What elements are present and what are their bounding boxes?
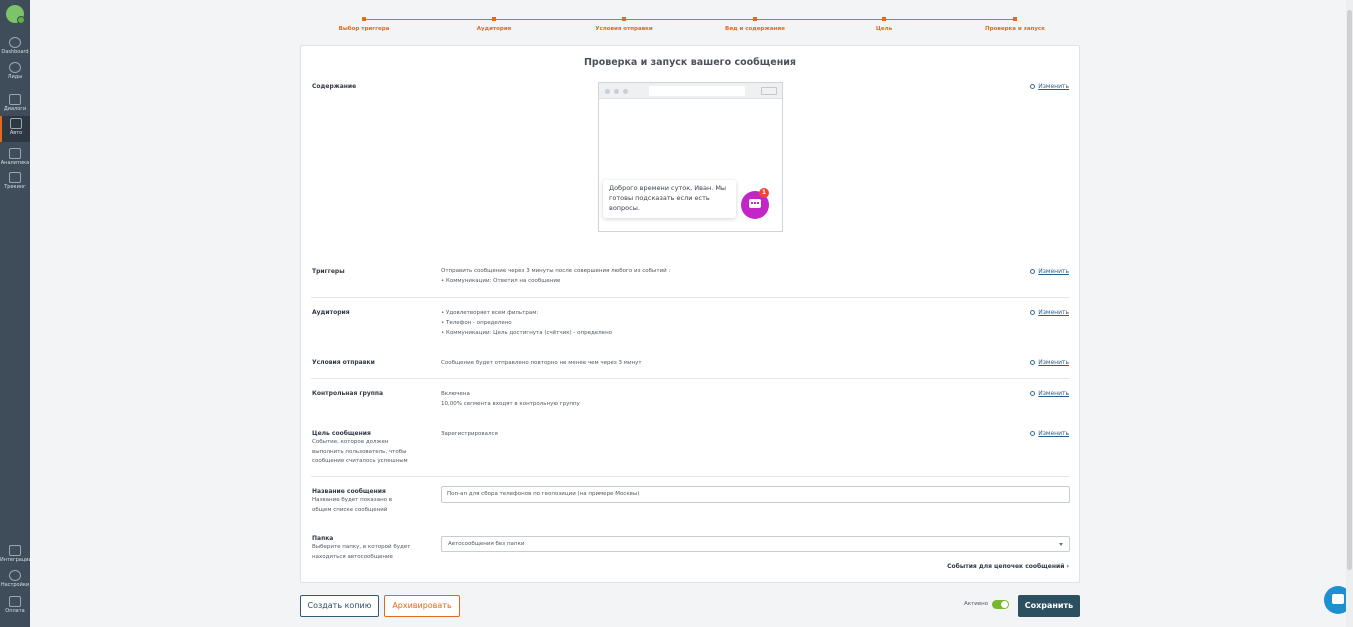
sidebar-item-dashboard[interactable]: Dashboard [0, 35, 30, 61]
settings-icon [9, 570, 21, 581]
sidebar-item-auto[interactable]: Авто [0, 116, 30, 142]
folder-label: Папка Выберите папку, в которой будет на… [312, 535, 411, 560]
step-goal[interactable]: Цель [819, 14, 949, 32]
goal-value: Зарегистрировался [441, 431, 498, 437]
preview-message-bubble: Доброго времени суток, Иван. Мы готовы п… [603, 180, 736, 218]
control-group-label: Контрольная группа [312, 390, 384, 397]
dashboard-icon [9, 37, 21, 48]
audience-label: Аудитория [312, 309, 350, 316]
preview-url-bar [649, 86, 745, 96]
toggle-knob [1001, 601, 1008, 608]
step-dot [1013, 17, 1017, 21]
archive-button[interactable]: Архивировать [384, 595, 460, 617]
unread-badge: 1 [759, 188, 769, 198]
analytics-icon [9, 148, 21, 159]
integrations-icon [9, 545, 21, 556]
chevron-down-icon [1059, 543, 1063, 546]
active-toggle[interactable] [992, 600, 1009, 609]
sidebar-item-leads[interactable]: Лиды [0, 60, 30, 86]
gear-icon [1030, 430, 1036, 436]
create-copy-button[interactable]: Создать копию [300, 595, 379, 617]
step-content[interactable]: Вид и содержание [690, 14, 820, 32]
control-group-value: Включена 10,00% сегмента входят в контро… [441, 391, 580, 407]
scrollbar-thumb[interactable] [1347, 10, 1352, 570]
save-button[interactable]: Сохранить [1018, 595, 1080, 617]
divider [311, 476, 1069, 477]
conditions-label: Условия отправки [312, 359, 375, 366]
triggers-label: Триггеры [312, 268, 345, 275]
step-review[interactable]: Проверка и запуск [950, 14, 1080, 32]
gear-icon [1030, 390, 1036, 396]
chat-dots [751, 202, 759, 204]
divider [311, 378, 1069, 379]
conditions-value: Сообщение будет отправлено повторно не м… [441, 360, 642, 366]
sidebar-item-dialogs[interactable]: Диалоги [0, 92, 30, 118]
sidebar: Dashboard Лиды Диалоги Авто Аналитика Тр… [0, 0, 30, 627]
edit-triggers-link[interactable]: Изменить [1030, 268, 1069, 275]
review-card: Проверка и запуск вашего сообщения Содер… [300, 45, 1080, 583]
message-name-input[interactable]: Поп-ап для сбора телефонов по геопозиции… [441, 486, 1070, 503]
gear-icon [1030, 359, 1036, 365]
users-icon [9, 62, 21, 73]
sidebar-item-payment[interactable]: Оплата [0, 594, 30, 620]
gear-icon [1030, 83, 1036, 89]
folder-select[interactable]: Автосообщения без папки [441, 536, 1070, 552]
dialogs-icon [9, 94, 21, 105]
sidebar-item-integrations[interactable]: Интеграции [0, 543, 30, 569]
message-preview: Доброго времени суток, Иван. Мы готовы п… [598, 82, 783, 232]
step-dot [362, 17, 366, 21]
divider [311, 297, 1069, 298]
browser-dot-icon [623, 89, 628, 94]
preview-window-button [761, 87, 777, 95]
step-audience[interactable]: Аудитория [429, 14, 559, 32]
step-dot [492, 17, 496, 21]
edit-content-link[interactable]: Изменить [1030, 83, 1069, 90]
gear-icon [1030, 309, 1036, 315]
step-conditions[interactable]: Условия отправки [559, 14, 689, 32]
edit-conditions-link[interactable]: Изменить [1030, 359, 1069, 366]
goal-label: Цель сообщения Событие, которое должен в… [312, 430, 408, 464]
edit-goal-link[interactable]: Изменить [1030, 430, 1069, 437]
triggers-value: Отправить сообщение через 3 минуты после… [441, 268, 671, 284]
sidebar-item-settings[interactable]: Настройки [0, 568, 30, 594]
step-dot [622, 17, 626, 21]
wizard-stepper: Выбор триггера Аудитория Условия отправк… [300, 14, 1080, 36]
content-label: Содержание [312, 83, 357, 90]
audience-value: • Удовлетворяет всем фильтрам: • Телефон… [441, 310, 613, 336]
page-title: Проверка и запуск вашего сообщения [583, 57, 797, 68]
step-dot [882, 17, 886, 21]
app-logo[interactable] [6, 5, 25, 24]
preview-browser-bar [599, 83, 782, 99]
step-dot [753, 17, 757, 21]
chain-events-link[interactable]: События для цепочек сообщений › [947, 563, 1069, 570]
edit-control-group-link[interactable]: Изменить [1030, 390, 1069, 397]
tracking-icon [9, 172, 21, 183]
browser-dot-icon [614, 89, 619, 94]
active-label: Активно [964, 601, 989, 607]
step-trigger[interactable]: Выбор триггера [299, 14, 429, 32]
payment-icon [9, 596, 21, 607]
name-label: Название сообщения Название будет показа… [312, 488, 393, 513]
browser-dot-icon [605, 89, 610, 94]
gear-icon [1030, 268, 1036, 274]
auto-messages-icon [10, 118, 22, 129]
edit-audience-link[interactable]: Изменить [1030, 309, 1069, 316]
sidebar-item-analytics[interactable]: Аналитика [0, 146, 30, 172]
sidebar-item-tracking[interactable]: Трекинг [0, 170, 30, 196]
